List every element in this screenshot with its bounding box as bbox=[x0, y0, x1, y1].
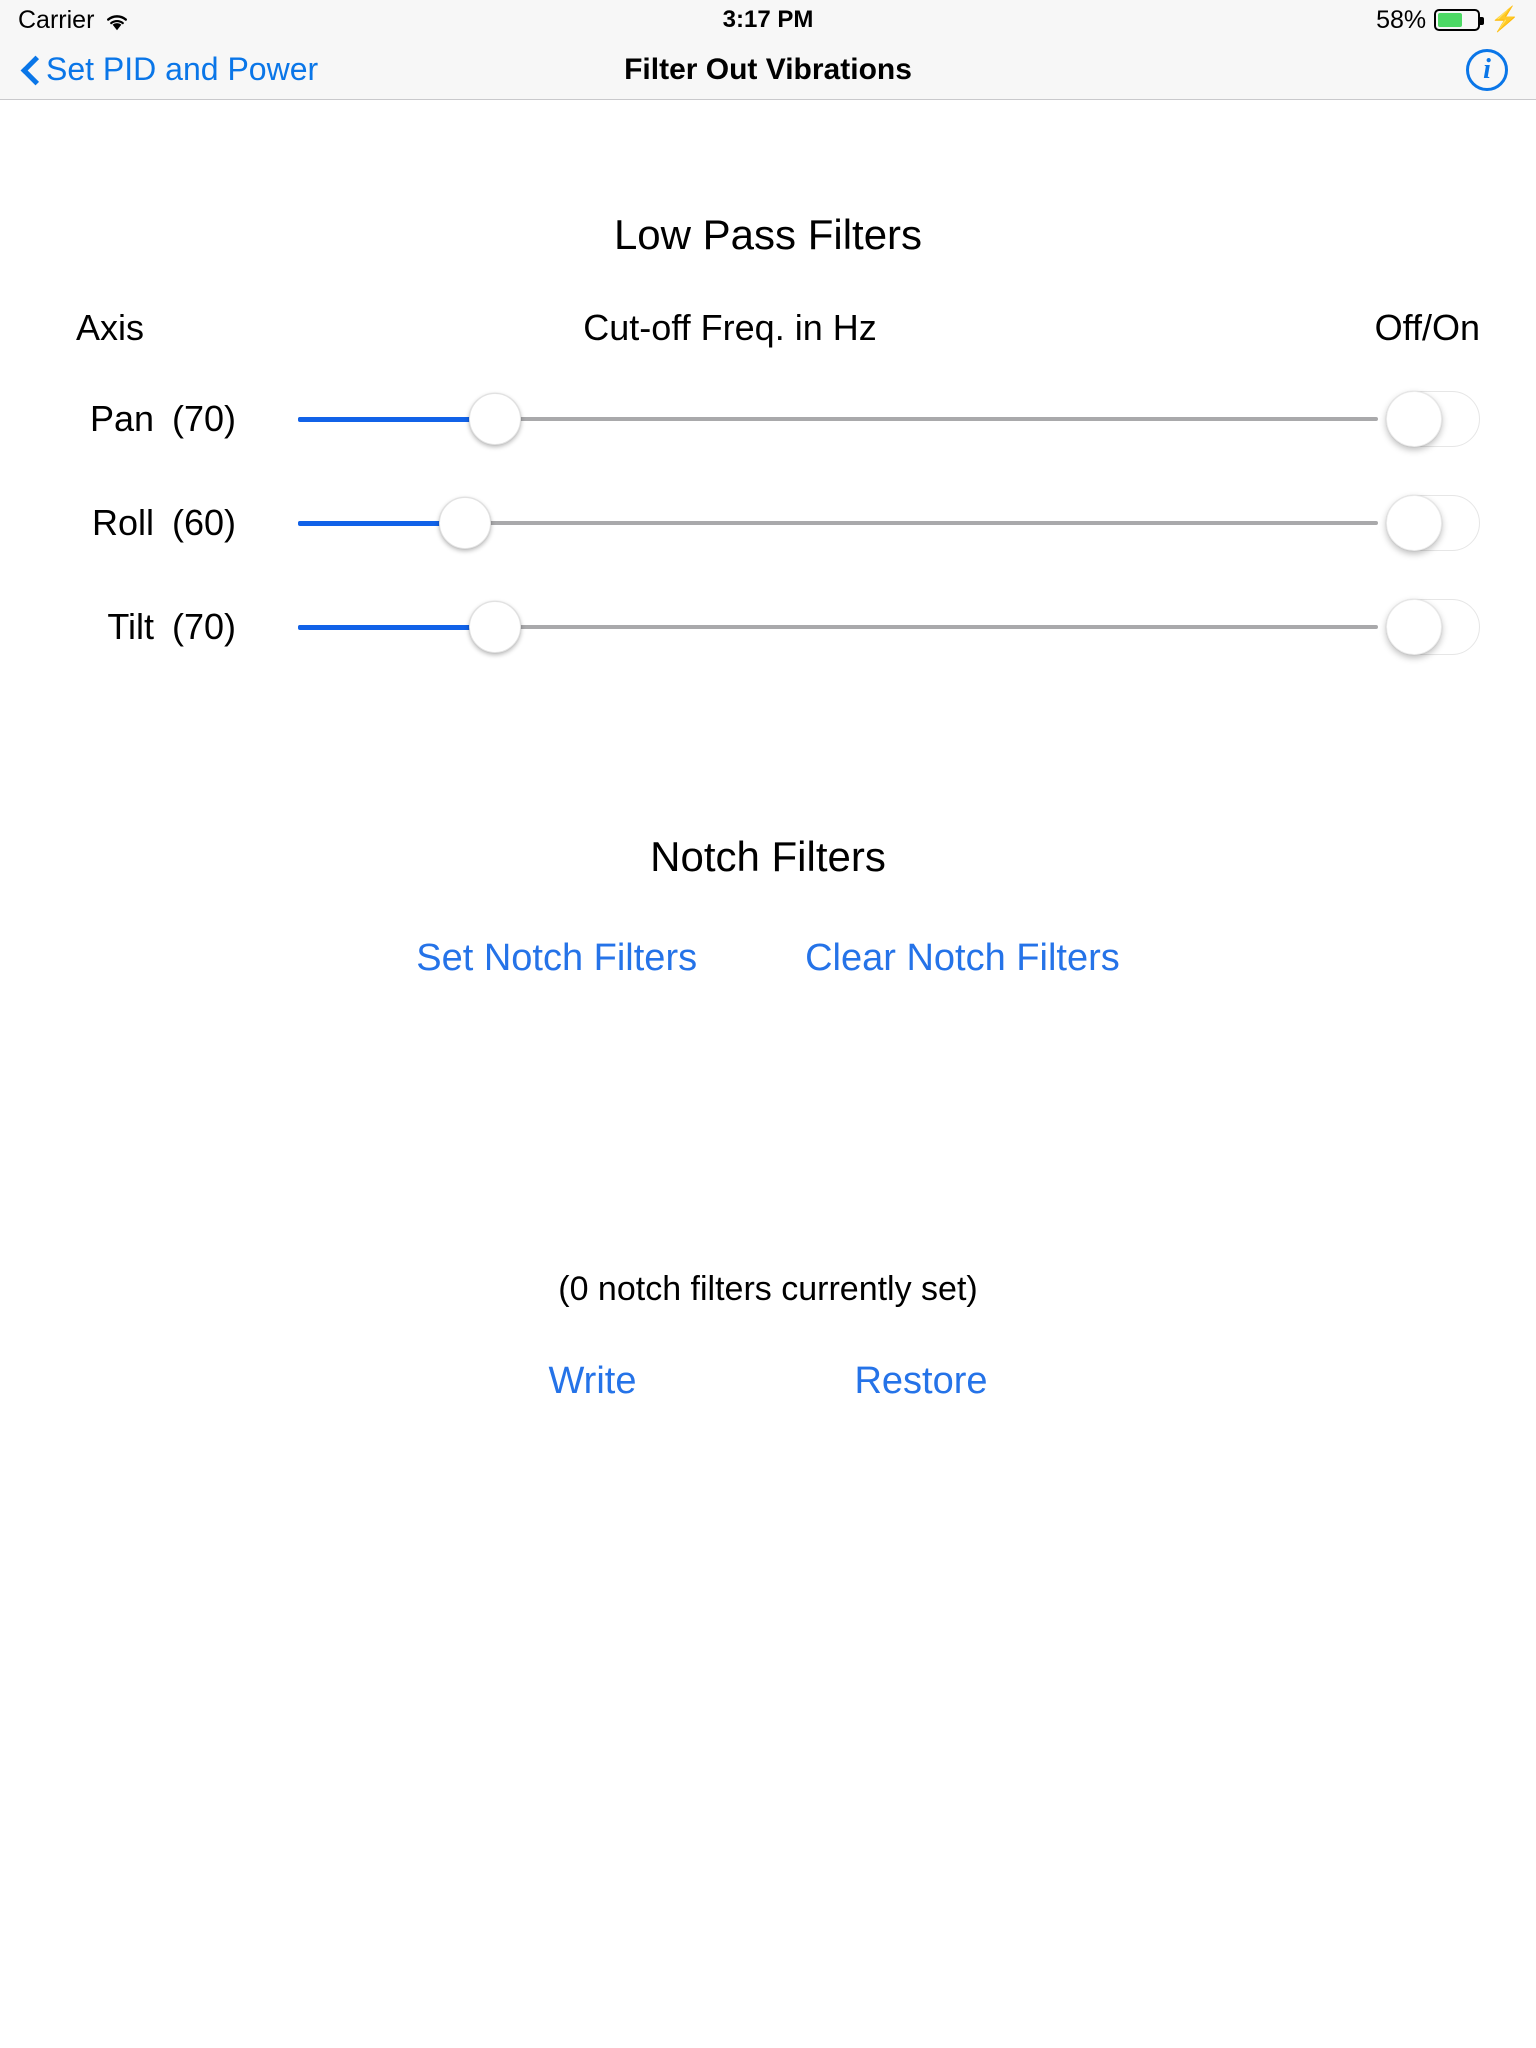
info-button[interactable]: i bbox=[1466, 40, 1508, 99]
slider-fill bbox=[298, 417, 495, 422]
main-content: Low Pass Filters Axis Cut-off Freq. in H… bbox=[0, 101, 1536, 980]
toggle-knob bbox=[1386, 599, 1442, 655]
battery-icon bbox=[1434, 9, 1485, 31]
notch-filter-actions: Set Notch Filters Clear Notch Filters bbox=[0, 937, 1536, 980]
notch-filter-status-text: (0 notch filters currently set) bbox=[558, 1270, 978, 1308]
cutoff-frequency-slider[interactable] bbox=[298, 493, 1378, 553]
low-pass-filter-row: Roll (60) bbox=[0, 471, 1536, 575]
navigation-bar: Set PID and Power Filter Out Vibrations … bbox=[0, 40, 1536, 100]
axis-cutoff-value: (60) bbox=[172, 502, 237, 543]
clear-notch-filters-button[interactable]: Clear Notch Filters bbox=[805, 937, 1120, 980]
charging-bolt-icon: ⚡ bbox=[1490, 6, 1520, 33]
status-bar: Carrier 3:17 PM 58% ⚡ bbox=[0, 0, 1536, 40]
axis-name: Pan bbox=[89, 398, 154, 439]
info-circle-icon: i bbox=[1466, 48, 1508, 91]
slider-thumb[interactable] bbox=[439, 497, 492, 549]
battery-percent-label: 58% bbox=[1376, 5, 1427, 34]
slider-thumb[interactable] bbox=[468, 393, 521, 445]
restore-button[interactable]: Restore bbox=[854, 1360, 987, 1403]
battery-fill bbox=[1438, 13, 1463, 27]
axis-name: Roll bbox=[91, 502, 154, 543]
write-button[interactable]: Write bbox=[548, 1360, 636, 1403]
low-pass-column-headers: Axis Cut-off Freq. in Hz Off/On bbox=[0, 307, 1536, 367]
cutoff-frequency-slider[interactable] bbox=[298, 597, 1378, 657]
filter-enable-toggle[interactable] bbox=[1386, 391, 1480, 447]
low-pass-filter-rows: Pan (70) Roll (60) Tilt (70) bbox=[0, 367, 1536, 679]
axis-name: Tilt bbox=[107, 606, 154, 647]
axis-label: Roll (60) bbox=[62, 502, 262, 544]
axis-cutoff-value: (70) bbox=[172, 606, 237, 647]
page-title: Filter Out Vibrations bbox=[624, 52, 912, 86]
notch-filters-heading: Notch Filters bbox=[650, 833, 886, 880]
filter-enable-toggle[interactable] bbox=[1386, 495, 1480, 551]
column-header-cutoff-freq: Cut-off Freq. in Hz bbox=[583, 307, 877, 348]
low-pass-filter-row: Pan (70) bbox=[0, 367, 1536, 471]
axis-cutoff-value: (70) bbox=[172, 398, 237, 439]
low-pass-filter-row: Tilt (70) bbox=[0, 575, 1536, 679]
slider-thumb[interactable] bbox=[468, 601, 521, 653]
status-bar-right: 58% ⚡ bbox=[1376, 6, 1520, 35]
axis-label: Pan (70) bbox=[62, 398, 262, 440]
set-notch-filters-button[interactable]: Set Notch Filters bbox=[416, 937, 697, 980]
low-pass-filters-heading: Low Pass Filters bbox=[613, 211, 923, 258]
column-header-off-on: Off/On bbox=[1374, 307, 1480, 348]
footer-actions: Write Restore bbox=[0, 1360, 1536, 1403]
filter-enable-toggle[interactable] bbox=[1386, 599, 1480, 655]
status-bar-clock: 3:17 PM bbox=[722, 6, 814, 33]
axis-label: Tilt (70) bbox=[62, 606, 262, 648]
toggle-knob bbox=[1386, 495, 1442, 551]
cutoff-frequency-slider[interactable] bbox=[298, 389, 1378, 449]
toggle-knob bbox=[1386, 391, 1442, 447]
slider-fill bbox=[298, 625, 495, 630]
